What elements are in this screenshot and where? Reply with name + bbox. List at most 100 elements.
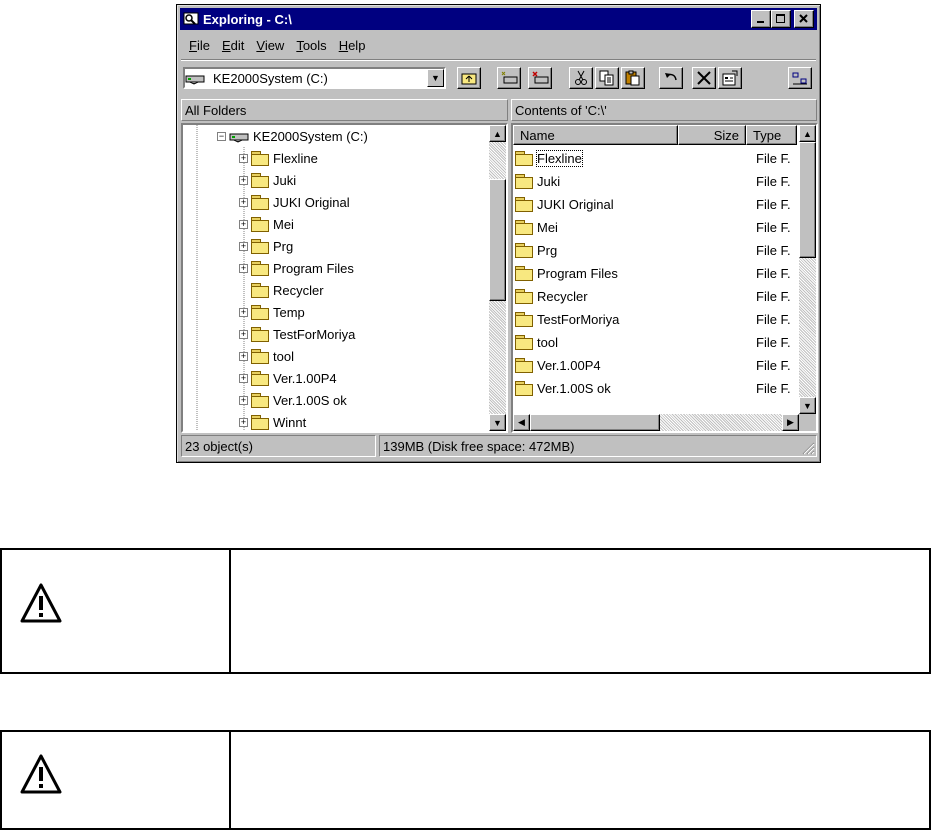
menu-tools[interactable]: Tools [290,38,332,53]
tree-item[interactable]: +Recycler [239,279,324,301]
scroll-thumb[interactable] [799,142,816,258]
list-item-name: Flexline [536,149,583,167]
title-bar[interactable]: Exploring - C:\ [180,8,817,30]
folder-icon [515,358,533,373]
copy-icon [599,70,614,86]
folder-icon [251,305,269,320]
scroll-left-button[interactable]: ◀ [513,414,530,431]
expand-icon[interactable]: + [239,153,248,163]
tree-item-label: TestForMoriya [273,326,356,342]
column-size[interactable]: Size [678,125,746,145]
delete-button[interactable] [692,67,716,89]
tree-item[interactable]: + Mei [239,213,294,235]
tree-item[interactable]: + Juki [239,169,296,191]
folder-icon [251,415,269,430]
expand-icon[interactable]: + [239,351,248,361]
tree-item[interactable]: + Program Files [239,257,354,279]
folder-icon [251,349,269,364]
collapse-icon[interactable]: − [217,131,226,141]
folder-icon [251,151,269,166]
expand-icon[interactable]: + [239,307,248,317]
expand-icon[interactable]: + [239,175,248,185]
tree-vertical-scrollbar[interactable]: ▲ ▼ [489,125,506,431]
list-item[interactable]: Flexline File F. [515,147,797,169]
up-one-level-button[interactable] [457,67,481,89]
tree-item-label: Temp [273,304,305,320]
folder-tree-pane[interactable]: − KE2000System (C:) + Flexline + Juki + JUKI … [181,123,508,433]
list-item[interactable]: TestForMoriya File F. [515,308,797,330]
toolbar: KE2000System (C:) ▼ [181,63,817,95]
disconnect-drive-button[interactable] [528,67,552,89]
list-item[interactable]: Ver.1.00S ok File F. [515,377,797,399]
list-item[interactable]: Prg File F. [515,239,797,261]
tree-item[interactable]: + tool [239,345,294,367]
list-item-name: JUKI Original [537,196,614,212]
expand-icon[interactable]: + [239,329,248,339]
expand-icon[interactable]: + [239,417,248,427]
list-item[interactable]: Mei File F. [515,216,797,238]
list-item[interactable]: Ver.1.00P4 File F. [515,354,797,376]
menu-help[interactable]: Help [333,38,372,53]
list-item[interactable]: Program Files File F. [515,262,797,284]
explorer-window: Exploring - C:\ File Edit View Tools Hel… [176,4,821,463]
tree-item[interactable]: + JUKI Original [239,191,350,213]
drive-select[interactable]: KE2000System (C:) ▼ [183,67,446,89]
maximize-button[interactable] [771,10,791,28]
tree-item[interactable]: + Winnt [239,411,306,433]
tree-root-label: KE2000System (C:) [253,128,368,144]
expand-icon[interactable]: + [239,263,248,273]
tree-item[interactable]: + Temp [239,301,305,323]
tree-root[interactable]: − KE2000System (C:) [217,125,368,147]
tree-item[interactable]: + Ver.1.00S ok [239,389,347,411]
undo-button[interactable] [659,67,683,89]
up-folder-icon [461,73,477,85]
list-item[interactable]: Recycler File F. [515,285,797,307]
column-name[interactable]: Name [513,125,678,145]
scroll-up-button[interactable]: ▲ [799,125,816,142]
scroll-up-button[interactable]: ▲ [489,125,506,142]
expand-icon[interactable]: + [239,197,248,207]
expand-icon[interactable]: + [239,395,248,405]
large-icons-button[interactable] [788,67,812,89]
contents-pane[interactable]: Name Size Type Flexline File F. Juki File F… [511,123,818,433]
properties-icon [722,70,738,86]
tree-item[interactable]: + Ver.1.00P4 [239,367,337,389]
expand-icon[interactable]: + [239,241,248,251]
scroll-down-button[interactable]: ▼ [799,397,816,414]
expand-icon[interactable]: + [239,373,248,383]
folder-icon [515,335,533,350]
close-button[interactable] [794,10,814,28]
list-vertical-scrollbar[interactable]: ▲ ▼ [799,125,816,414]
tree-item[interactable]: + Flexline [239,147,318,169]
menu-view[interactable]: View [250,38,290,53]
cut-button[interactable] [569,67,593,89]
scroll-thumb[interactable] [530,414,660,431]
paste-icon [625,70,640,86]
menu-bar: File Edit View Tools Help [183,34,371,56]
tree-item[interactable]: + Prg [239,235,293,257]
expand-icon[interactable]: + [239,219,248,229]
list-item[interactable]: tool File F. [515,331,797,353]
map-drive-button[interactable] [497,67,521,89]
resize-grip-icon[interactable] [801,441,815,455]
paste-button[interactable] [621,67,645,89]
minimize-icon [757,21,764,23]
access-key: H [338,37,349,53]
column-type[interactable]: Type [746,125,797,145]
menu-file[interactable]: File [183,38,216,53]
scroll-down-button[interactable]: ▼ [489,414,506,431]
scroll-thumb[interactable] [489,179,506,301]
list-horizontal-scrollbar[interactable]: ◀ ▶ [513,414,816,431]
list-item[interactable]: Juki File F. [515,170,797,192]
list-item[interactable]: JUKI Original File F. [515,193,797,215]
minimize-button[interactable] [751,10,771,28]
tree-item[interactable]: + TestForMoriya [239,323,355,345]
properties-button[interactable] [718,67,742,89]
copy-button[interactable] [595,67,619,89]
chevron-down-icon[interactable]: ▼ [427,69,444,87]
menu-edit[interactable]: Edit [216,38,250,53]
list-item-type: File F. [756,288,791,304]
drive-icon [185,71,205,85]
scroll-right-button[interactable]: ▶ [782,414,799,431]
folder-icon [515,381,533,396]
